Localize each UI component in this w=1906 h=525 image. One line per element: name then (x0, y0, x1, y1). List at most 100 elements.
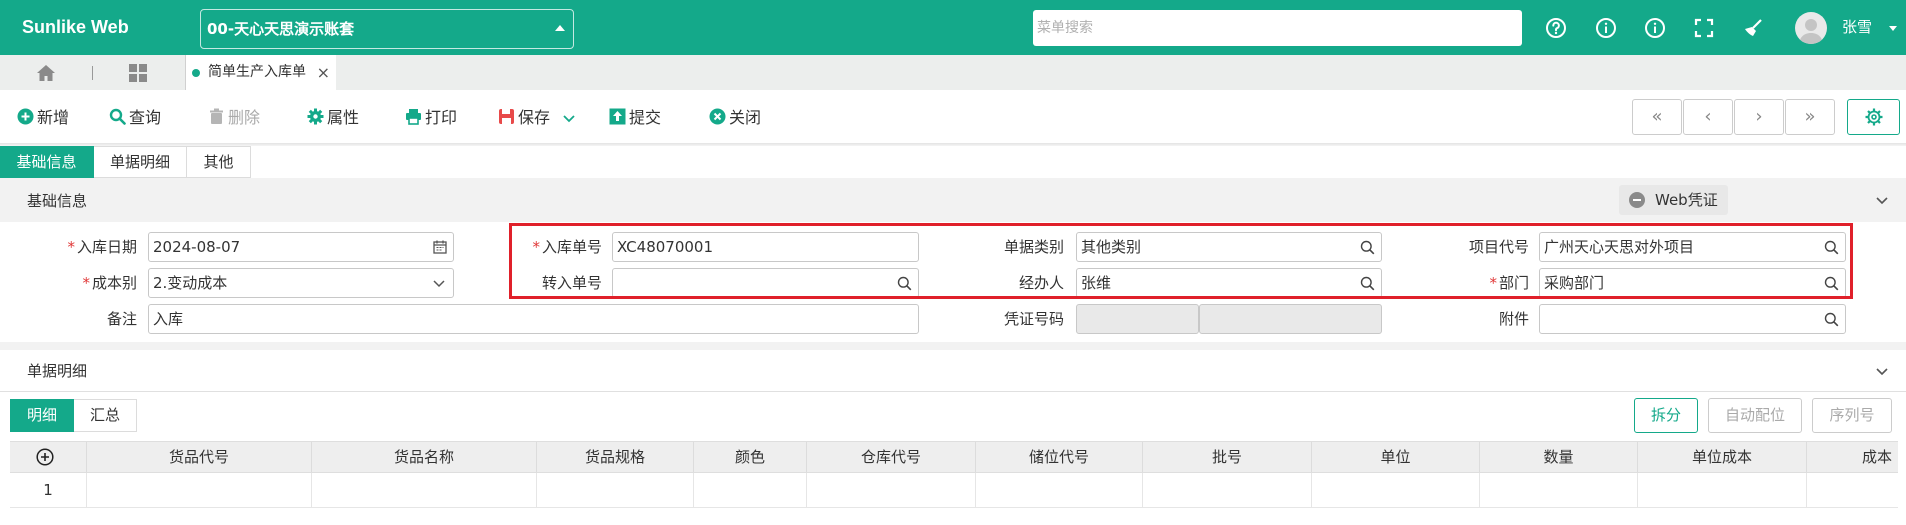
help-icon[interactable] (1545, 17, 1567, 39)
close-button[interactable]: 关闭 (709, 107, 761, 129)
add-button[interactable]: 新增 (17, 107, 69, 129)
table-header: 货品代号 货品名称 货品规格 颜色 仓库代号 储位代号 批号 单位 数量 单位成… (10, 441, 1898, 473)
tab-document-detail[interactable]: 单据明细 (94, 146, 187, 178)
account-name: 00-天心天思演示账套 (207, 20, 355, 38)
column-header[interactable]: 储位代号 (976, 442, 1143, 472)
column-header[interactable]: 单位 (1312, 442, 1480, 472)
tab-basic-info[interactable]: 基础信息 (0, 146, 94, 178)
printer-icon (406, 109, 421, 125)
web-voucher-label: Web凭证 (1655, 191, 1718, 209)
section-title: 单据明细 (27, 362, 88, 380)
column-header[interactable]: 货品规格 (537, 442, 694, 472)
column-header[interactable]: 单位成本 (1638, 442, 1807, 472)
web-voucher-button[interactable]: Web凭证 (1619, 185, 1728, 215)
table-cell[interactable] (537, 473, 694, 507)
menu-search-input[interactable] (1033, 10, 1522, 46)
table-cell[interactable] (976, 473, 1143, 507)
chevron-down-icon[interactable] (1876, 194, 1888, 206)
trash-icon (210, 108, 223, 124)
split-button[interactable]: 拆分 (1634, 398, 1698, 433)
submit-label: 提交 (629, 108, 662, 127)
in-date-field[interactable]: 2024-08-07 (148, 232, 454, 262)
column-header[interactable]: 仓库代号 (807, 442, 976, 472)
table-cell[interactable] (1143, 473, 1312, 507)
table-cell[interactable] (1480, 473, 1638, 507)
table-cell[interactable] (312, 473, 537, 507)
close-circle-icon (709, 108, 726, 125)
broom-icon[interactable] (1742, 17, 1764, 39)
next-record-button[interactable]: › (1734, 99, 1784, 135)
prev-record-button[interactable]: ‹ (1683, 99, 1733, 135)
column-header[interactable]: 货品代号 (87, 442, 312, 472)
table-cell[interactable] (807, 473, 976, 507)
about-icon[interactable] (1644, 17, 1666, 39)
chevron-down-icon (433, 280, 445, 288)
grid-icon[interactable] (129, 64, 147, 82)
home-icon[interactable] (36, 64, 56, 82)
calendar-icon[interactable] (433, 240, 447, 254)
detail-section-header: 单据明细 (0, 350, 1906, 392)
divider (0, 342, 1906, 350)
print-button[interactable]: 打印 (405, 107, 457, 129)
properties-button[interactable]: 属性 (307, 107, 359, 129)
first-record-button[interactable]: « (1632, 99, 1682, 135)
save-button[interactable]: 保存 (498, 107, 575, 129)
active-dot-icon (192, 69, 200, 77)
divider (0, 143, 1906, 146)
remark-label: 备注 (106, 310, 137, 328)
attachment-field[interactable] (1539, 304, 1846, 334)
column-header[interactable]: 批号 (1143, 442, 1312, 472)
delete-button[interactable]: 删除 (208, 107, 260, 129)
close-icon[interactable]: × (317, 55, 330, 90)
fullscreen-icon[interactable] (1693, 17, 1715, 39)
in-date-label: * 入库日期 (67, 238, 137, 256)
user-name[interactable]: 张雪 (1842, 0, 1872, 55)
column-header[interactable]: 货品名称 (312, 442, 537, 472)
cost-type-label: * 成本别 (82, 274, 137, 292)
account-selector[interactable]: 00-天心天思演示账套 (200, 9, 574, 49)
table-cell[interactable] (1638, 473, 1807, 507)
avatar[interactable] (1795, 12, 1827, 44)
delete-label: 删除 (228, 108, 261, 127)
tab-detail[interactable]: 明细 (10, 399, 74, 432)
attachment-label: 附件 (1498, 310, 1529, 328)
save-label: 保存 (518, 108, 551, 127)
last-record-button[interactable]: » (1785, 99, 1835, 135)
toolbar: 新增 查询 删除 属性 打印 保存 提交 关闭 (0, 90, 1906, 144)
column-header[interactable]: 颜色 (694, 442, 807, 472)
cost-type-select[interactable]: 2.变动成本 (148, 268, 454, 298)
chevron-down-icon[interactable] (563, 112, 575, 124)
tab-label: 简单生产入库单 (208, 64, 306, 80)
search-icon[interactable] (1824, 312, 1839, 327)
settings-button[interactable] (1847, 99, 1900, 135)
row-index: 1 (10, 473, 87, 507)
column-header[interactable]: 成本 (1807, 442, 1898, 472)
tab-other[interactable]: 其他 (187, 146, 251, 178)
auto-alloc-button[interactable]: 自动配位 (1708, 398, 1802, 433)
chevron-down-icon[interactable] (1889, 26, 1897, 31)
divider (92, 66, 93, 80)
table-cell[interactable] (1312, 473, 1480, 507)
voucher-no-field-2 (1199, 304, 1382, 334)
table-row[interactable]: 1 (10, 473, 1898, 508)
serial-button[interactable]: 序列号 (1812, 398, 1892, 433)
query-button[interactable]: 查询 (109, 107, 161, 129)
submit-button[interactable]: 提交 (609, 107, 661, 129)
plus-circle-icon[interactable] (36, 448, 54, 466)
section-title: 基础信息 (27, 192, 88, 210)
table-cell[interactable] (694, 473, 807, 507)
table-cell[interactable] (1807, 473, 1898, 507)
close-label: 关闭 (729, 108, 762, 127)
voucher-no-label: 凭证号码 (1003, 310, 1064, 328)
voucher-no-field-1 (1076, 304, 1199, 334)
table-cell[interactable] (87, 473, 312, 507)
query-label: 查询 (129, 108, 162, 127)
column-header[interactable]: 数量 (1480, 442, 1638, 472)
top-bar: Sunlike Web 00-天心天思演示账套 张雪 (0, 0, 1906, 55)
chevron-down-icon[interactable] (1876, 365, 1888, 377)
tab-summary[interactable]: 汇总 (74, 399, 137, 432)
tab-document[interactable]: 简单生产入库单 × (186, 55, 336, 90)
info-icon[interactable] (1595, 17, 1617, 39)
search-icon (109, 108, 126, 125)
remark-field[interactable]: 入库 (148, 304, 919, 334)
